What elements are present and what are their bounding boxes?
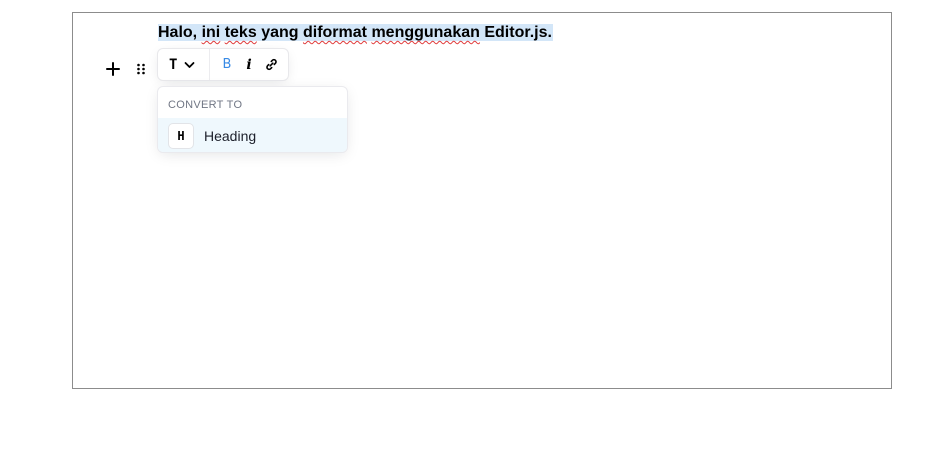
drag-handle-icon <box>137 63 145 75</box>
italic-icon: i <box>246 56 252 73</box>
popover-title: CONVERT TO <box>168 99 243 111</box>
word-ini: ini <box>201 24 221 41</box>
link-button[interactable] <box>260 53 282 77</box>
add-block-button[interactable] <box>102 58 124 80</box>
word-halo: Halo, <box>158 24 198 41</box>
plus-icon <box>106 62 120 76</box>
convert-option-heading[interactable]: H Heading <box>158 118 347 152</box>
selected-text[interactable]: Halo, ini teks yang diformat menggunakan… <box>158 24 553 41</box>
link-icon <box>265 58 277 71</box>
convert-to-button[interactable]: T <box>158 49 210 80</box>
text-type-icon: T <box>169 56 178 73</box>
italic-button[interactable]: i <box>238 53 260 77</box>
word-menggunakan: menggunakan <box>371 24 480 41</box>
bold-icon: B <box>222 57 232 72</box>
word-yang: yang <box>261 24 299 41</box>
word-diformat: diformat <box>302 24 367 41</box>
convert-option-label: Heading <box>204 127 257 144</box>
word-teks: teks <box>224 24 257 41</box>
convert-to-popover: CONVERT TO H Heading <box>157 86 348 153</box>
inline-toolbar: T B i <box>157 48 289 81</box>
chevron-down-icon <box>185 61 195 68</box>
paragraph-block[interactable]: Halo, ini teks yang diformat menggunakan… <box>158 20 553 45</box>
heading-icon: H <box>168 122 194 149</box>
bold-button[interactable]: B <box>216 53 238 77</box>
word-editorjs: Editor.js. <box>484 24 552 41</box>
block-settings-button[interactable] <box>130 58 152 80</box>
